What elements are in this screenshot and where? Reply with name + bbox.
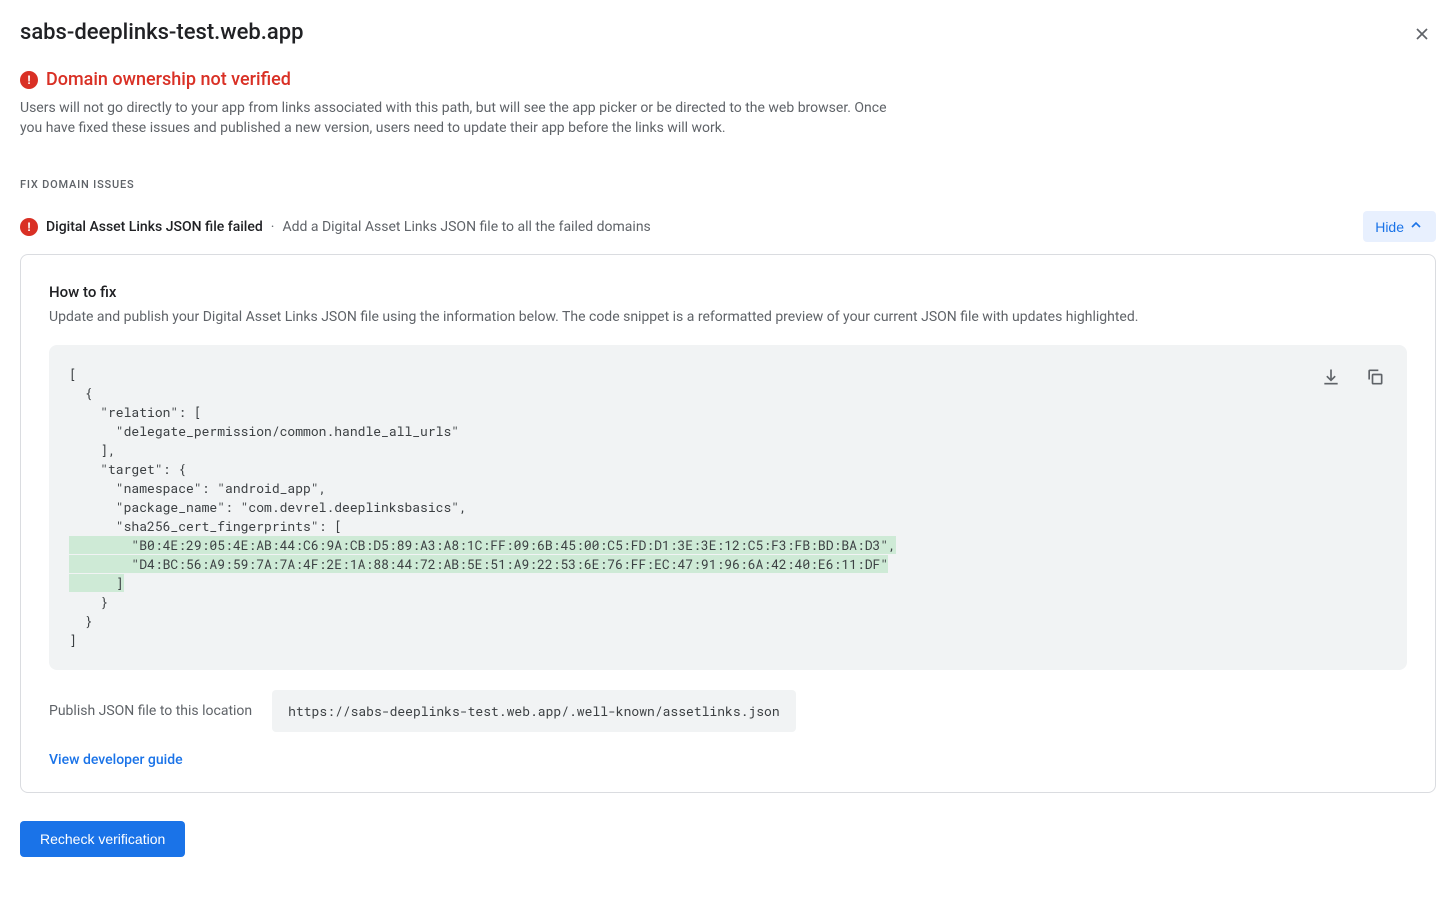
error-title: Domain ownership not verified [46, 69, 291, 90]
fix-card: How to fix Update and publish your Digit… [20, 254, 1436, 793]
chevron-up-icon [1408, 217, 1424, 236]
issue-title: Digital Asset Links JSON file failed [46, 219, 263, 235]
error-icon: ! [20, 71, 38, 89]
page-title: sabs-deeplinks-test.web.app [20, 20, 303, 45]
hide-toggle-label: Hide [1375, 219, 1404, 235]
download-icon [1321, 367, 1341, 390]
fix-description: Update and publish your Digital Asset Li… [49, 309, 1407, 325]
highlighted-line: "D4:BC:56:A9:59:7A:7A:4F:2E:1A:88:44:72:… [69, 555, 888, 573]
error-description: Users will not go directly to your app f… [20, 98, 890, 138]
publish-url: https://sabs-deeplinks-test.web.app/.wel… [272, 690, 795, 732]
highlighted-line: "B0:4E:29:05:4E:AB:44:C6:9A:CB:D5:89:A3:… [69, 536, 896, 554]
section-label: FIX DOMAIN ISSUES [20, 178, 1436, 191]
code-snippet: [ { "relation": [ "delegate_permission/c… [69, 365, 1387, 650]
hide-toggle-button[interactable]: Hide [1363, 211, 1436, 242]
highlighted-line: ] [69, 574, 124, 592]
close-icon [1412, 32, 1432, 47]
copy-icon [1365, 367, 1385, 390]
recheck-button[interactable]: Recheck verification [20, 821, 185, 857]
code-block: [ { "relation": [ "delegate_permission/c… [49, 345, 1407, 670]
separator-dot: · [271, 219, 275, 235]
close-button[interactable] [1408, 20, 1436, 51]
download-button[interactable] [1315, 361, 1347, 396]
developer-guide-link[interactable]: View developer guide [49, 752, 183, 768]
fix-title: How to fix [49, 283, 1407, 301]
error-icon: ! [20, 218, 38, 236]
copy-button[interactable] [1359, 361, 1391, 396]
publish-label: Publish JSON file to this location [49, 703, 252, 719]
issue-subtitle: Add a Digital Asset Links JSON file to a… [282, 219, 650, 235]
